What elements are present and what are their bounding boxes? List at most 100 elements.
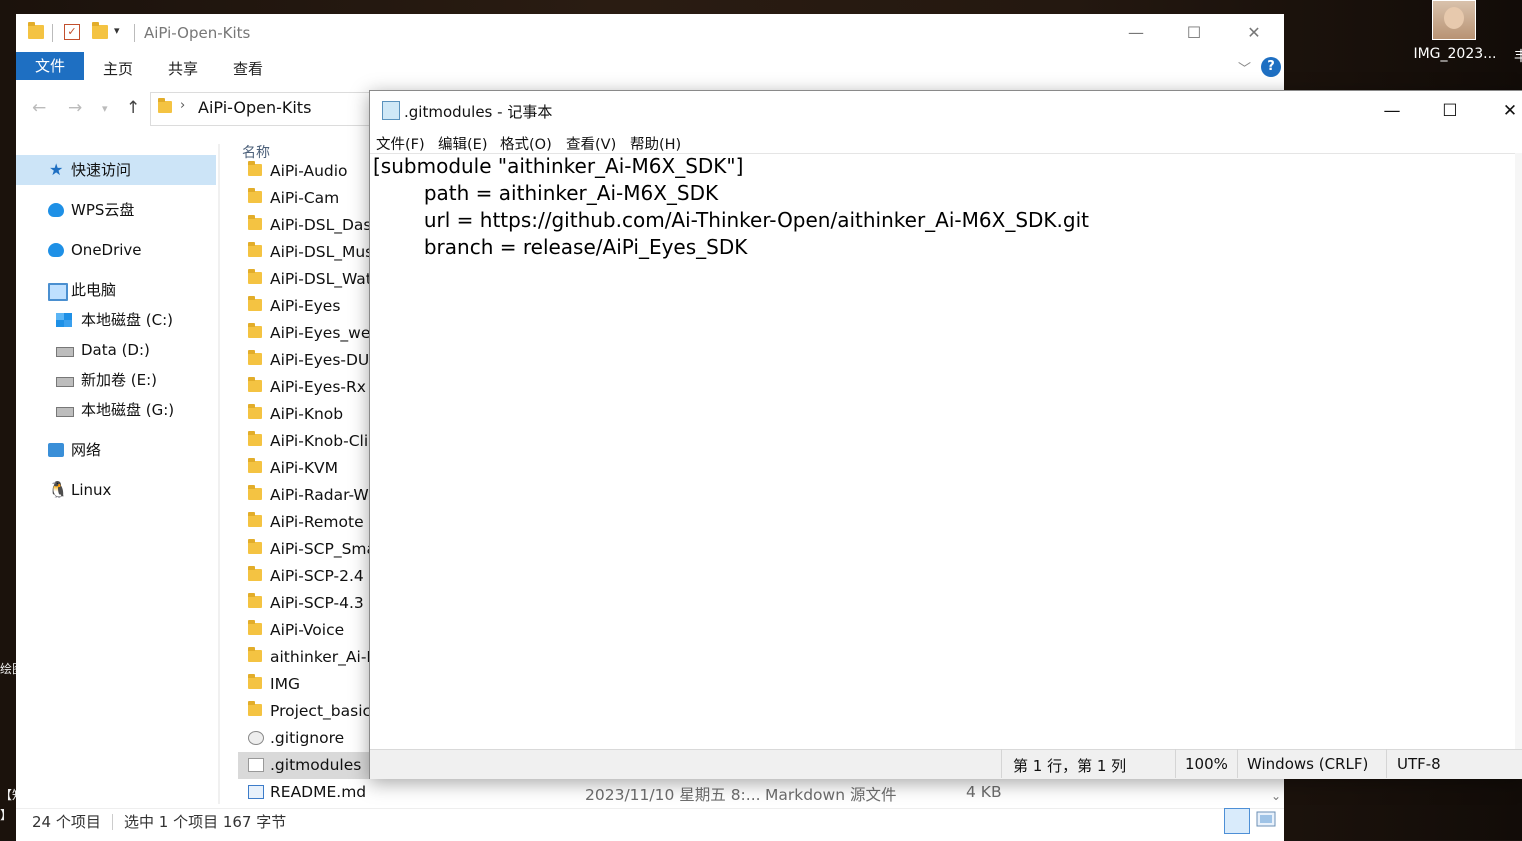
folder-icon bbox=[248, 188, 262, 203]
desktop-icon-label[interactable]: IMG_2023... bbox=[1400, 46, 1510, 62]
ribbon-tabs bbox=[16, 52, 1284, 82]
cursor-position: 第 1 行，第 1 列 bbox=[1013, 757, 1127, 775]
selection-info: 选中 1 个项目 167 字节 bbox=[124, 813, 287, 831]
file-name: IMG bbox=[270, 675, 300, 693]
windows-drive-icon bbox=[56, 313, 72, 327]
divider bbox=[1175, 749, 1176, 778]
folder-icon bbox=[248, 269, 262, 284]
sidebar-item-linux[interactable]: 🐧 Linux bbox=[16, 475, 216, 505]
tab-view[interactable]: 查看 bbox=[233, 58, 263, 79]
expand-ribbon-chevron-icon[interactable]: ﹀ bbox=[1238, 58, 1251, 77]
file-name: AiPi-Knob-Cli bbox=[270, 432, 369, 450]
file-name: .gitmodules bbox=[270, 756, 362, 774]
drive-icon bbox=[56, 407, 74, 417]
navigation-pane-scrollbar[interactable] bbox=[218, 144, 220, 804]
sidebar-item-label: 此电脑 bbox=[71, 281, 117, 299]
sidebar-item-onedrive[interactable]: OneDrive bbox=[16, 235, 216, 265]
menu-file[interactable]: 文件(F) bbox=[376, 133, 425, 154]
text-file-icon bbox=[248, 758, 264, 772]
breadcrumb-current[interactable]: AiPi-Open-Kits bbox=[198, 98, 311, 117]
file-name: AiPi-Knob bbox=[270, 405, 344, 423]
recent-locations-chevron-icon[interactable]: ▾ bbox=[102, 102, 108, 115]
file-name: aithinker_Ai-N bbox=[270, 648, 379, 666]
sidebar-item-wps[interactable]: WPS云盘 bbox=[16, 195, 216, 225]
scroll-down-arrow-icon[interactable]: ⌄ bbox=[1268, 789, 1284, 807]
menu-help[interactable]: 帮助(H) bbox=[630, 133, 681, 154]
folder-icon bbox=[248, 566, 262, 581]
folder-icon bbox=[248, 161, 262, 176]
tab-home[interactable]: 主页 bbox=[103, 58, 133, 79]
desktop-edge-text: 丰 bbox=[1514, 49, 1522, 65]
file-name: AiPi-Eyes_wea bbox=[270, 324, 380, 342]
breadcrumb-separator-icon[interactable]: › bbox=[180, 98, 185, 113]
divider bbox=[134, 24, 135, 42]
sidebar-item-label: WPS云盘 bbox=[71, 201, 135, 219]
sidebar-item-quick-access[interactable]: ★ 快速访问 bbox=[16, 155, 216, 185]
file-type: Markdown 源文件 bbox=[765, 786, 897, 804]
editor-content[interactable]: [submodule "aithinker_Ai-M6X_SDK"] path … bbox=[373, 153, 1089, 261]
computer-icon bbox=[48, 283, 68, 301]
properties-check-icon[interactable]: ✓ bbox=[64, 24, 80, 40]
minimize-button[interactable]: — bbox=[1120, 22, 1152, 44]
desktop-left-text: 】 bbox=[0, 808, 13, 822]
sidebar-item-label: Linux bbox=[71, 481, 112, 499]
sidebar-item-label: 网络 bbox=[71, 441, 102, 459]
file-date: 2023/11/10 星期五 8:... bbox=[585, 786, 761, 804]
folder-icon bbox=[248, 647, 262, 662]
maximize-button[interactable]: ☐ bbox=[1178, 22, 1210, 44]
file-name: AiPi-Voice bbox=[270, 621, 345, 639]
folder-icon bbox=[248, 404, 262, 419]
back-arrow-icon[interactable]: ← bbox=[32, 98, 46, 118]
tab-file[interactable]: 文件 bbox=[16, 52, 84, 80]
file-name: AiPi-Eyes-Rx bbox=[270, 378, 366, 396]
sidebar-item-network[interactable]: 网络 bbox=[16, 435, 216, 465]
close-button[interactable]: ✕ bbox=[1238, 22, 1270, 44]
file-name: AiPi-Cam bbox=[270, 189, 340, 207]
close-button[interactable]: ✕ bbox=[1490, 99, 1522, 123]
details-view-icon[interactable] bbox=[1224, 808, 1250, 834]
folder-icon bbox=[248, 242, 262, 257]
settings-file-icon bbox=[248, 731, 264, 745]
sidebar-item-drive-g[interactable]: 本地磁盘 (G:) bbox=[16, 395, 216, 425]
menu-format[interactable]: 格式(O) bbox=[500, 133, 552, 154]
up-arrow-icon[interactable]: ↑ bbox=[126, 98, 140, 118]
minimize-button[interactable]: — bbox=[1372, 99, 1412, 123]
quick-access-dropdown-icon[interactable]: ▾ bbox=[114, 24, 120, 37]
menu-edit[interactable]: 编辑(E) bbox=[438, 133, 487, 154]
file-name: AiPi-DSL_Dash bbox=[270, 216, 382, 234]
sidebar-item-label: Data (D:) bbox=[81, 341, 150, 359]
forward-arrow-icon[interactable]: → bbox=[68, 98, 82, 118]
file-name: README.md bbox=[270, 783, 367, 801]
file-name: AiPi-Radar-W bbox=[270, 486, 369, 504]
list-item[interactable]: README.md 2023/11/10 星期五 8:... Markdown … bbox=[238, 779, 1278, 806]
notepad-icon bbox=[382, 101, 400, 120]
editor-scrollbar[interactable] bbox=[1515, 153, 1522, 749]
window-title: .gitmodules - 记事本 bbox=[404, 103, 553, 121]
maximize-button[interactable]: ☐ bbox=[1430, 99, 1470, 123]
sidebar-item-label: 本地磁盘 (C:) bbox=[81, 311, 173, 329]
column-header-name[interactable]: 名称 bbox=[242, 142, 270, 162]
file-name: AiPi-DSL_Wat bbox=[270, 270, 372, 288]
sidebar-item-label: 本地磁盘 (G:) bbox=[81, 401, 175, 419]
file-name: AiPi-DSL_Mus bbox=[270, 243, 374, 261]
file-name: Project_basic bbox=[270, 702, 372, 720]
sidebar-item-label: 快速访问 bbox=[71, 161, 132, 179]
folder-icon bbox=[28, 22, 44, 39]
drive-icon bbox=[56, 347, 74, 357]
tab-share[interactable]: 共享 bbox=[168, 58, 198, 79]
menu-view[interactable]: 查看(V) bbox=[566, 133, 616, 154]
sidebar-item-drive-c[interactable]: 本地磁盘 (C:) bbox=[16, 305, 216, 335]
desktop-image-thumbnail[interactable] bbox=[1432, 0, 1476, 40]
sidebar-item-label: OneDrive bbox=[71, 241, 142, 259]
new-folder-icon[interactable] bbox=[92, 22, 108, 39]
folder-icon bbox=[248, 350, 262, 365]
file-name: AiPi-Remote bbox=[270, 513, 364, 531]
file-size: 4 KB bbox=[966, 783, 1002, 801]
help-icon[interactable]: ? bbox=[1261, 57, 1281, 77]
large-icons-view-icon[interactable] bbox=[1256, 810, 1276, 828]
item-count: 24 个项目 bbox=[32, 813, 101, 831]
penguin-icon: 🐧 bbox=[48, 480, 68, 499]
sidebar-item-drive-e[interactable]: 新加卷 (E:) bbox=[16, 365, 216, 395]
sidebar-item-drive-d[interactable]: Data (D:) bbox=[16, 335, 216, 365]
sidebar-item-this-pc[interactable]: 此电脑 bbox=[16, 275, 216, 305]
